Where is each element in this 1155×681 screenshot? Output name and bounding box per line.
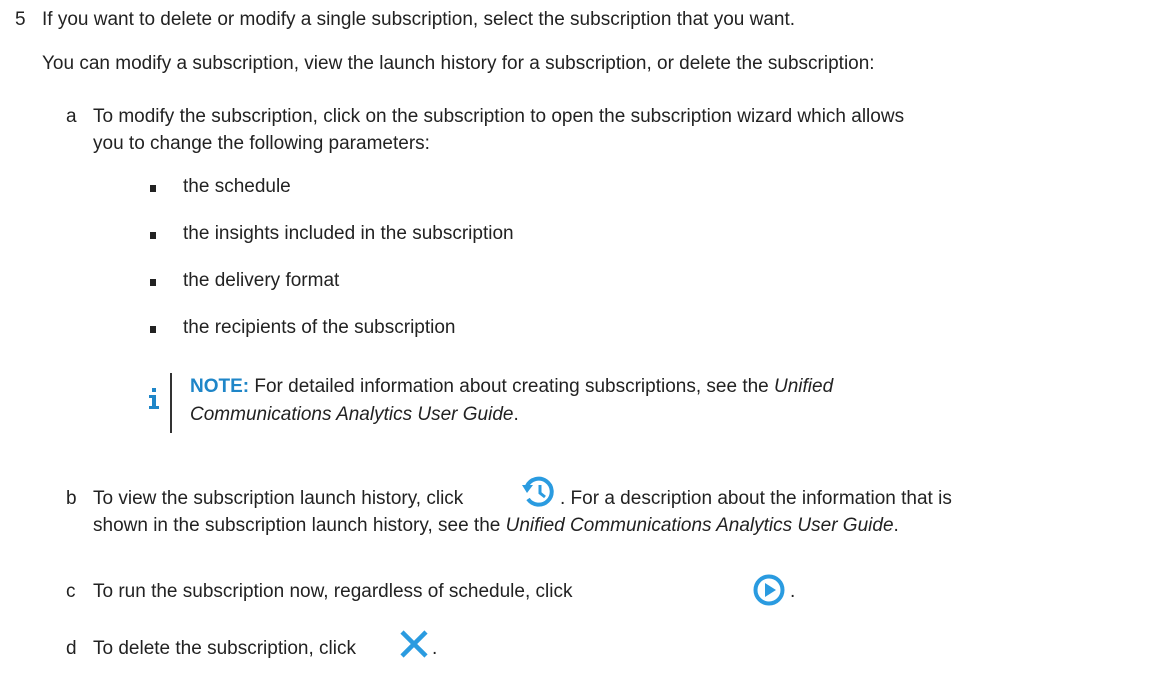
note-guide-title[interactable]: Unified [774, 376, 833, 397]
bullet-marker [150, 185, 156, 192]
close-icon[interactable] [398, 629, 430, 659]
substep-b-text-continued: shown in the subscription launch history… [93, 514, 899, 538]
bullet-marker [150, 232, 156, 239]
info-icon [149, 388, 159, 409]
history-icon[interactable] [522, 476, 556, 508]
bullet-item: the insights included in the subscriptio… [183, 223, 514, 244]
substep-a-text-continued: you to change the following parameters: [93, 133, 430, 154]
note-body: For detailed information about creating … [249, 376, 775, 397]
note-divider [170, 373, 172, 433]
substep-d-text-after-icon: . [432, 638, 438, 659]
substep-b-line2: shown in the subscription launch history… [93, 515, 506, 536]
substep-b-letter: b [66, 488, 77, 509]
substep-a-text: To modify the subscription, click on the… [93, 106, 905, 127]
bullet-marker [150, 326, 156, 333]
note-text: NOTE: For detailed information about cre… [190, 375, 833, 399]
bullet-item: the schedule [183, 176, 291, 197]
note-text-continued: Communications Analytics User Guide. [190, 403, 519, 427]
step-text: If you want to delete or modify a single… [42, 9, 796, 30]
bullet-item: the recipients of the subscription [183, 317, 456, 338]
note-period: . [513, 404, 519, 425]
bullet-marker [150, 279, 156, 286]
substep-c-letter: c [66, 581, 76, 602]
substep-d-letter: d [66, 638, 77, 659]
substep-c-text-after-icon: . [790, 581, 796, 602]
substep-d-text: To delete the subscription, click [93, 638, 356, 659]
substep-b-period: . [893, 515, 899, 536]
note-label: NOTE: [190, 376, 250, 397]
bullet-item: the delivery format [183, 270, 340, 291]
substep-b-text-after-icon: . For a description about the informatio… [560, 488, 952, 509]
substep-c-text: To run the subscription now, regardless … [93, 581, 573, 602]
substep-a-letter: a [66, 106, 77, 127]
play-circle-icon[interactable] [752, 574, 787, 607]
step-intro: You can modify a subscription, view the … [42, 53, 875, 74]
guide-title-link[interactable]: Unified Communications Analytics User Gu… [506, 515, 894, 536]
substep-b-text: To view the subscription launch history,… [93, 488, 464, 509]
note-guide-title-continued[interactable]: Communications Analytics User Guide [190, 404, 513, 425]
step-number: 5 [15, 9, 26, 30]
